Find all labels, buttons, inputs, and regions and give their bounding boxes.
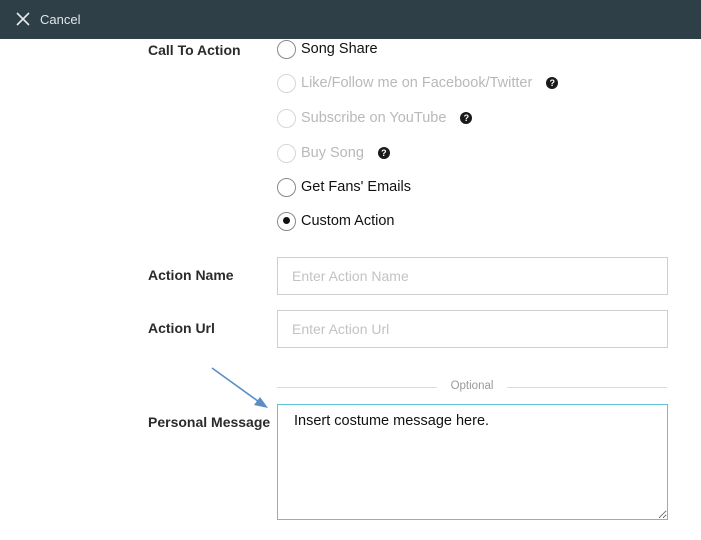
annotation-arrow-icon <box>211 367 268 408</box>
